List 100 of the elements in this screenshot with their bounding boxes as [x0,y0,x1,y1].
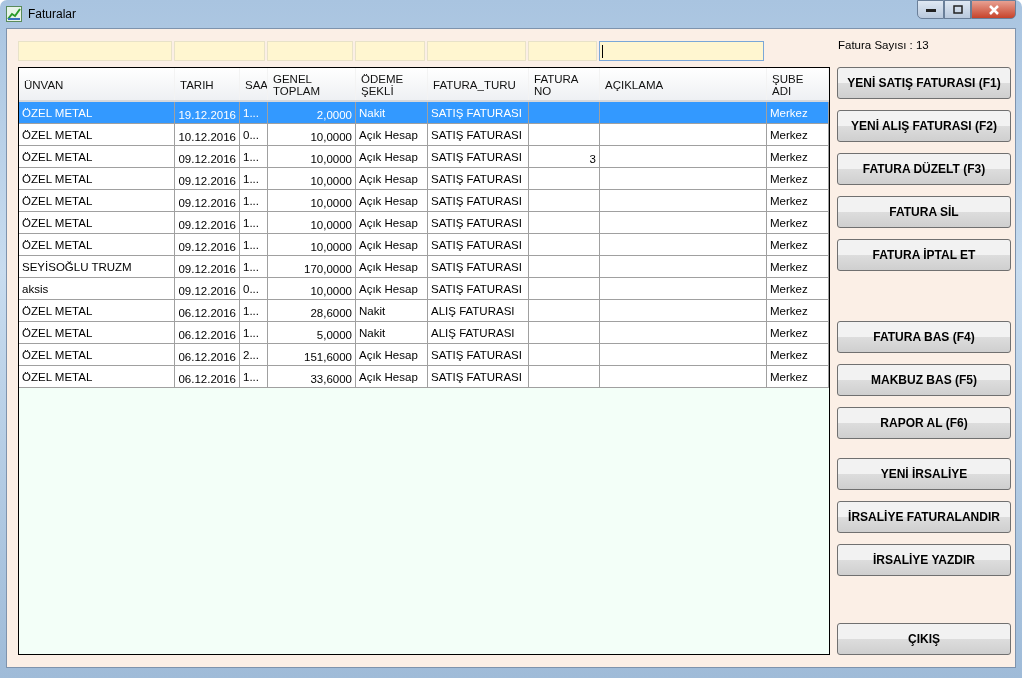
table-cell: ÖZEL METAL [19,168,175,190]
table-cell: 10,0000 [268,190,356,212]
table-cell: SATIŞ FATURASI [428,278,529,300]
table-cell: 1... [240,146,268,168]
column-header[interactable]: TARIH [175,68,240,100]
table-cell: 1... [240,190,268,212]
action-button[interactable]: YENİ ALIŞ FATURASI (F2) [837,110,1011,142]
table-cell: 10,0000 [268,212,356,234]
table-cell [529,168,600,190]
column-header[interactable]: FATURA NO [529,68,600,100]
table-cell: 170,0000 [268,256,356,278]
table-cell: 06.12.2016 [175,344,240,366]
action-button[interactable]: İRSALİYE YAZDIR [837,544,1011,576]
table-cell: ÖZEL METAL [19,366,175,388]
table-cell: ÖZEL METAL [19,102,175,124]
filter-field[interactable] [599,41,764,61]
table-cell [529,366,600,388]
action-button[interactable]: ÇIKIŞ [837,623,1011,655]
table-cell: ÖZEL METAL [19,300,175,322]
table-cell [529,234,600,256]
table-cell: Nakit [356,322,428,344]
table-cell: Merkez [767,256,829,278]
table-cell: 1... [240,300,268,322]
table-cell: SATIŞ FATURASI [428,366,529,388]
table-cell: SATIŞ FATURASI [428,168,529,190]
table-cell: SATIŞ FATURASI [428,234,529,256]
table-cell: Açık Hesap [356,190,428,212]
table-cell: Merkez [767,190,829,212]
table-cell: 1... [240,322,268,344]
table-cell: 1... [240,234,268,256]
chart-icon [6,6,22,22]
table-cell: ÖZEL METAL [19,146,175,168]
close-button[interactable] [971,0,1016,19]
column-header[interactable]: ÜNVAN [19,68,175,100]
table-cell: 3 [529,146,600,168]
table-cell: Merkez [767,168,829,190]
action-button[interactable]: YENİ İRSALİYE [837,458,1011,490]
table-cell: ÖZEL METAL [19,212,175,234]
table-cell: Nakit [356,300,428,322]
table-cell [529,256,600,278]
column-header[interactable]: ŞUBE ADI [767,68,829,100]
table-cell: 2... [240,344,268,366]
table-cell: 06.12.2016 [175,300,240,322]
table-cell: Merkez [767,146,829,168]
table-cell: Nakit [356,102,428,124]
table-cell: ÖZEL METAL [19,190,175,212]
window-title: Faturalar [28,7,78,21]
table-cell: ÖZEL METAL [19,124,175,146]
table-cell: Açık Hesap [356,212,428,234]
table-cell: Merkez [767,278,829,300]
table-cell: SATIŞ FATURASI [428,102,529,124]
action-button[interactable]: İRSALİYE FATURALANDIR [837,501,1011,533]
table-cell: Açık Hesap [356,124,428,146]
table-cell: aksis [19,278,175,300]
table-cell: Merkez [767,322,829,344]
maximize-button[interactable] [944,0,971,19]
table-cell: Açık Hesap [356,146,428,168]
table-cell: 33,6000 [268,366,356,388]
table-cell: 1... [240,212,268,234]
table-cell: Açık Hesap [356,234,428,256]
table-cell [529,212,600,234]
action-button[interactable]: FATURA BAS (F4) [837,321,1011,353]
table-cell: ALIŞ FATURASI [428,322,529,344]
column-header[interactable]: ÖDEME ŞEKLİ [356,68,428,100]
table-cell: 0... [240,278,268,300]
table-cell: ÖZEL METAL [19,322,175,344]
action-button[interactable]: FATURA SİL [837,196,1011,228]
table-cell: 0... [240,124,268,146]
minimize-icon [925,7,936,12]
table-cell: Merkez [767,344,829,366]
table-cell: 09.12.2016 [175,278,240,300]
column-header[interactable]: FATURA_TURU [428,68,529,100]
table-cell: Açık Hesap [356,278,428,300]
table-cell: Merkez [767,102,829,124]
table-cell: 151,6000 [268,344,356,366]
table-cell: 06.12.2016 [175,366,240,388]
invoice-count: Fatura Sayısı : 13 [838,39,929,51]
table-cell: Açık Hesap [356,366,428,388]
action-button[interactable]: FATURA İPTAL ET [837,239,1011,271]
action-button[interactable]: RAPOR AL (F6) [837,407,1011,439]
table-cell [529,102,600,124]
column-header[interactable]: GENEL TOPLAM [268,68,356,100]
table-cell: SATIŞ FATURASI [428,124,529,146]
column-header[interactable]: AÇIKLAMA [600,68,767,100]
close-icon [987,4,1000,15]
table-cell [529,344,600,366]
action-button[interactable]: FATURA DÜZELT (F3) [837,153,1011,185]
table-cell [529,190,600,212]
table-cell: 5,0000 [268,322,356,344]
maximize-icon [952,5,963,14]
action-button[interactable]: MAKBUZ BAS (F5) [837,364,1011,396]
table-cell [529,300,600,322]
action-button[interactable]: YENİ SATIŞ FATURASI (F1) [837,67,1011,99]
table-cell: 19.12.2016 [175,102,240,124]
table-cell: ÖZEL METAL [19,234,175,256]
table-cell: 10,0000 [268,278,356,300]
table-cell: ALIŞ FATURASI [428,300,529,322]
table-cell: 10,0000 [268,124,356,146]
table-cell: 1... [240,102,268,124]
minimize-button[interactable] [917,0,944,19]
